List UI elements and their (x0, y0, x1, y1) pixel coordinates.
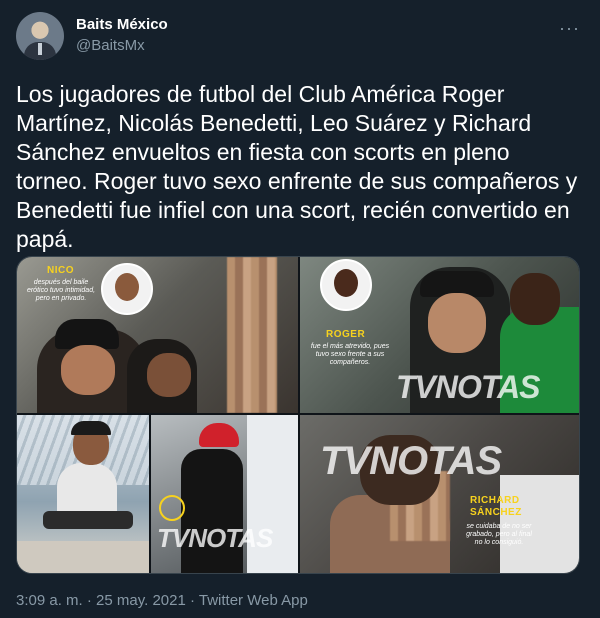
caption-title-richard-1: RICHARD (470, 495, 520, 506)
tweet-media[interactable]: NICO después del baile erótico tuvo inti… (16, 256, 580, 574)
avatar-tie (38, 43, 42, 55)
tweet-text: Los jugadores de futbol del Club América… (16, 81, 578, 252)
hair-shape (71, 421, 111, 435)
face-shape-2 (510, 273, 560, 325)
caption-nico: después del baile erótico tuvo intimidad… (26, 279, 96, 302)
tweet-timestamp[interactable]: 3:09 a. m. · 25 may. 2021 · Twitter Web … (16, 592, 308, 609)
tweet-header: Baits México @BaitsMx ··· (16, 12, 584, 60)
inset-face (115, 273, 139, 301)
media-panel-player-sitting[interactable] (17, 415, 149, 573)
caption-title-richard-2: SÁNCHEZ (470, 507, 522, 518)
red-cap-shape (199, 423, 239, 447)
watermark: TVNOTAS (320, 439, 502, 483)
media-panel-richard[interactable]: TVNOTAS RICHARD SÁNCHEZ se cuidaba de no… (300, 415, 579, 573)
blurred-area (227, 257, 277, 413)
watermark: TVNOTAS (396, 369, 541, 405)
inset-portrait (101, 263, 153, 315)
highlight-circle (159, 495, 185, 521)
avatar[interactable] (16, 12, 64, 60)
caption-title-nico: NICO (47, 265, 74, 276)
legs-shape (43, 511, 133, 529)
media-panel-player-car[interactable]: TVNOTAS (151, 415, 298, 573)
more-options-icon[interactable]: ··· (559, 18, 580, 39)
author-handle[interactable]: @BaitsMx (76, 37, 145, 54)
inset-face (334, 269, 358, 297)
caption-roger: fue el más atrevido, pues tuvo sexo fren… (310, 343, 390, 366)
caption-richard: se cuidaba de no ser grabado, pero al fi… (466, 523, 532, 546)
caption-title-roger: ROGER (326, 329, 366, 340)
face-shape-2 (147, 353, 191, 397)
face-shape (428, 293, 486, 353)
face-shape (61, 345, 115, 395)
media-panel-roger[interactable]: ROGER fue el más atrevido, pues tuvo sex… (300, 257, 579, 413)
inset-portrait (320, 259, 372, 311)
ground-shape (17, 541, 149, 573)
author-name[interactable]: Baits México (76, 16, 168, 33)
watermark: TVNOTAS (157, 523, 273, 553)
person-silhouette (181, 449, 243, 573)
media-panel-nico[interactable]: NICO después del baile erótico tuvo inti… (17, 257, 298, 413)
